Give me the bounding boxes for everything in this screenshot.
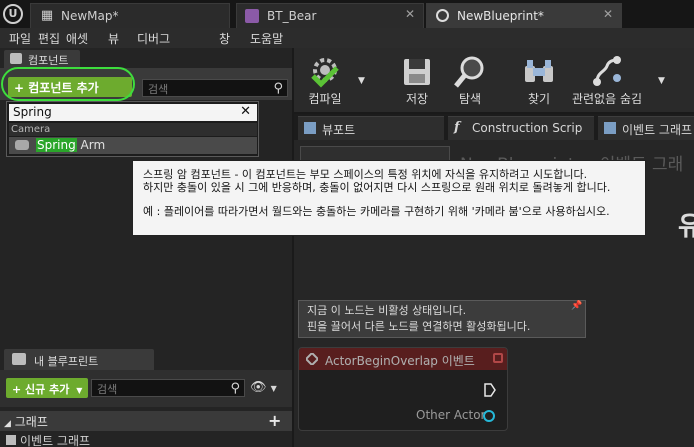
add-new-button[interactable]: + 신규 추가 ▼ bbox=[6, 378, 88, 398]
viewport-icon bbox=[304, 122, 316, 134]
compile-label: 컴파일 bbox=[308, 92, 342, 106]
browse-icon bbox=[454, 56, 484, 88]
chevron-down-icon: ▼ bbox=[76, 386, 83, 395]
unreal-editor-window: U ▦ NewMap* BT_Bear ✕ NewBlueprint* ✕ 파일… bbox=[0, 0, 694, 447]
compile-options-chevron-icon[interactable]: ▼ bbox=[358, 76, 366, 86]
spring-arm-icon bbox=[15, 140, 29, 150]
level-icon: ▦ bbox=[40, 8, 54, 23]
blueprint-icon bbox=[12, 353, 26, 365]
components-icon bbox=[10, 53, 22, 64]
menu-debug[interactable]: 디버그 bbox=[137, 30, 170, 47]
component-search-field[interactable]: Spring ✕ bbox=[9, 104, 257, 121]
tab-newmap[interactable]: ▦ NewMap* bbox=[30, 3, 230, 28]
my-blueprint-tab-label: 내 블루프린트 bbox=[34, 355, 99, 368]
add-graph-icon[interactable]: + bbox=[268, 411, 282, 430]
hide-unrelated-label: 관련없음 숨김 bbox=[571, 92, 643, 106]
menu-window[interactable]: 창 bbox=[219, 30, 230, 47]
collapse-arrow-icon: ◢ bbox=[4, 419, 11, 429]
browse-button[interactable]: 탐색 bbox=[444, 48, 496, 112]
graphs-section-header[interactable]: ◢ 그래프 + bbox=[0, 411, 292, 431]
search-placeholder: 검색 bbox=[97, 383, 118, 396]
event-graph-item[interactable]: 이벤트 그래프 bbox=[0, 432, 292, 447]
find-button[interactable]: 찾기 bbox=[510, 48, 568, 112]
search-placeholder: 검색 bbox=[148, 83, 169, 96]
save-label: 저장 bbox=[405, 92, 429, 106]
chevron-down-icon: ▼ bbox=[270, 384, 277, 393]
graph-icon bbox=[604, 122, 616, 134]
tab-bt-bear[interactable]: BT_Bear ✕ bbox=[236, 3, 424, 28]
tab-label: NewMap* bbox=[61, 9, 119, 23]
construction-tab-label: Construction Scrip bbox=[472, 121, 583, 135]
event-graph-tab-label: 이벤트 그래프 bbox=[622, 123, 693, 137]
close-icon[interactable]: ✕ bbox=[601, 7, 615, 21]
find-label: 찾기 bbox=[527, 92, 551, 106]
hide-unrelated-button[interactable]: 관련없음 숨김 bbox=[568, 48, 646, 112]
menu-help[interactable]: 도움말 bbox=[250, 30, 283, 47]
function-icon: f bbox=[454, 120, 460, 135]
graphs-section-label: 그래프 bbox=[14, 415, 48, 429]
tab-components[interactable]: 컴포넌트 bbox=[4, 50, 80, 68]
menu-edit[interactable]: 편집 bbox=[38, 30, 60, 47]
tab-event-graph[interactable]: 이벤트 그래프 bbox=[598, 116, 694, 140]
my-blueprint-search-input[interactable]: 검색 ⚲ bbox=[91, 379, 245, 397]
tab-my-blueprint[interactable]: 내 블루프린트 bbox=[4, 349, 154, 370]
viewport-tab-label: 뷰포트 bbox=[322, 123, 356, 137]
search-match-highlight: Spring bbox=[36, 138, 77, 152]
document-tab-bar: U ▦ NewMap* BT_Bear ✕ NewBlueprint* ✕ bbox=[0, 0, 694, 28]
tooltip-spacer bbox=[143, 194, 645, 205]
tooltip-line-3: 예 : 플레이어를 따라가면서 월드와는 충돌하는 카메라를 구현하기 위해 '… bbox=[143, 205, 610, 218]
hide-unrelated-chevron-icon[interactable]: ▼ bbox=[658, 76, 666, 86]
item-label-rest: Arm bbox=[76, 138, 106, 152]
tooltip-line-2: 하지만 충돌이 있을 시 그에 반응하며, 충돌이 없어지면 다시 스프링으로 … bbox=[143, 181, 611, 194]
disabled-node-comment: 지금 이 노드는 비활성 상태입니다. 핀을 끌어서 다른 노드를 연결하면 활… bbox=[298, 300, 586, 338]
graph-icon bbox=[6, 435, 16, 445]
tab-construction-script[interactable]: f Construction Scrip bbox=[448, 116, 594, 140]
menu-view[interactable]: 뷰 bbox=[108, 30, 119, 47]
event-node-title[interactable]: ActorBeginOverlap 이벤트 bbox=[299, 348, 507, 370]
tab-label: BT_Bear bbox=[267, 9, 317, 23]
pin-icon[interactable]: 📌 bbox=[571, 301, 582, 311]
view-options-button[interactable]: 👁 ▼ bbox=[250, 380, 280, 396]
event-delegate-icon[interactable] bbox=[493, 353, 503, 363]
menu-file[interactable]: 파일 bbox=[9, 30, 31, 47]
add-new-label: + 신규 추가 bbox=[12, 383, 70, 396]
tab-viewport[interactable]: 뷰포트 bbox=[298, 116, 444, 140]
components-search-input[interactable]: 검색 ⚲ bbox=[142, 79, 288, 97]
tab-label: NewBlueprint* bbox=[457, 9, 544, 23]
spring-arm-item[interactable]: Spring Arm bbox=[9, 137, 257, 154]
close-icon[interactable]: ✕ bbox=[403, 7, 417, 21]
highlight-ring bbox=[1, 67, 135, 101]
clear-icon[interactable]: ✕ bbox=[240, 104, 251, 119]
compile-button[interactable]: 컴파일 bbox=[298, 48, 352, 112]
find-icon bbox=[525, 60, 553, 82]
unreal-logo-icon[interactable]: U bbox=[3, 4, 23, 24]
exec-output-pin-icon[interactable] bbox=[484, 383, 496, 397]
graph-watermark-text: 유 bbox=[678, 212, 694, 242]
event-graph-label: 이벤트 그래프 bbox=[20, 434, 91, 447]
eye-icon: 👁 bbox=[250, 380, 267, 395]
blueprint-icon bbox=[436, 9, 449, 22]
search-icon: ⚲ bbox=[230, 381, 240, 396]
tab-newblueprint[interactable]: NewBlueprint* ✕ bbox=[426, 3, 622, 28]
comment-line-1: 지금 이 노드는 비활성 상태입니다. bbox=[307, 304, 467, 317]
behavior-tree-icon bbox=[245, 9, 259, 23]
components-tab-label: 컴포넌트 bbox=[28, 54, 69, 67]
component-search-value: Spring bbox=[13, 105, 52, 119]
tooltip-line-1: 스프링 암 컴포넌트 - 이 컴포넌트는 부모 스페이스의 특정 위치에 자식을… bbox=[143, 168, 588, 181]
save-button[interactable]: 저장 bbox=[392, 48, 442, 112]
menu-asset[interactable]: 애셋 bbox=[66, 30, 88, 47]
hide-unrelated-icon bbox=[593, 56, 621, 86]
other-actor-pin-label: Other Actor bbox=[416, 408, 486, 422]
other-actor-pin-icon[interactable] bbox=[483, 410, 495, 422]
browse-label: 탐색 bbox=[458, 92, 482, 106]
event-title-label: ActorBeginOverlap 이벤트 bbox=[325, 354, 475, 368]
menu-bar: 파일 편집 애셋 뷰 디버그 창 도움말 bbox=[0, 28, 694, 48]
event-diamond-icon bbox=[306, 353, 318, 365]
category-header: Camera bbox=[9, 123, 257, 136]
search-icon: ⚲ bbox=[273, 81, 283, 96]
spring-arm-tooltip: 스프링 암 컴포넌트 - 이 컴포넌트는 부모 스페이스의 특정 위치에 자식을… bbox=[132, 160, 646, 236]
compile-icon bbox=[311, 58, 339, 88]
save-icon bbox=[404, 59, 430, 85]
comment-line-2: 핀을 끌어서 다른 노드를 연결하면 활성화됩니다. bbox=[307, 320, 531, 333]
